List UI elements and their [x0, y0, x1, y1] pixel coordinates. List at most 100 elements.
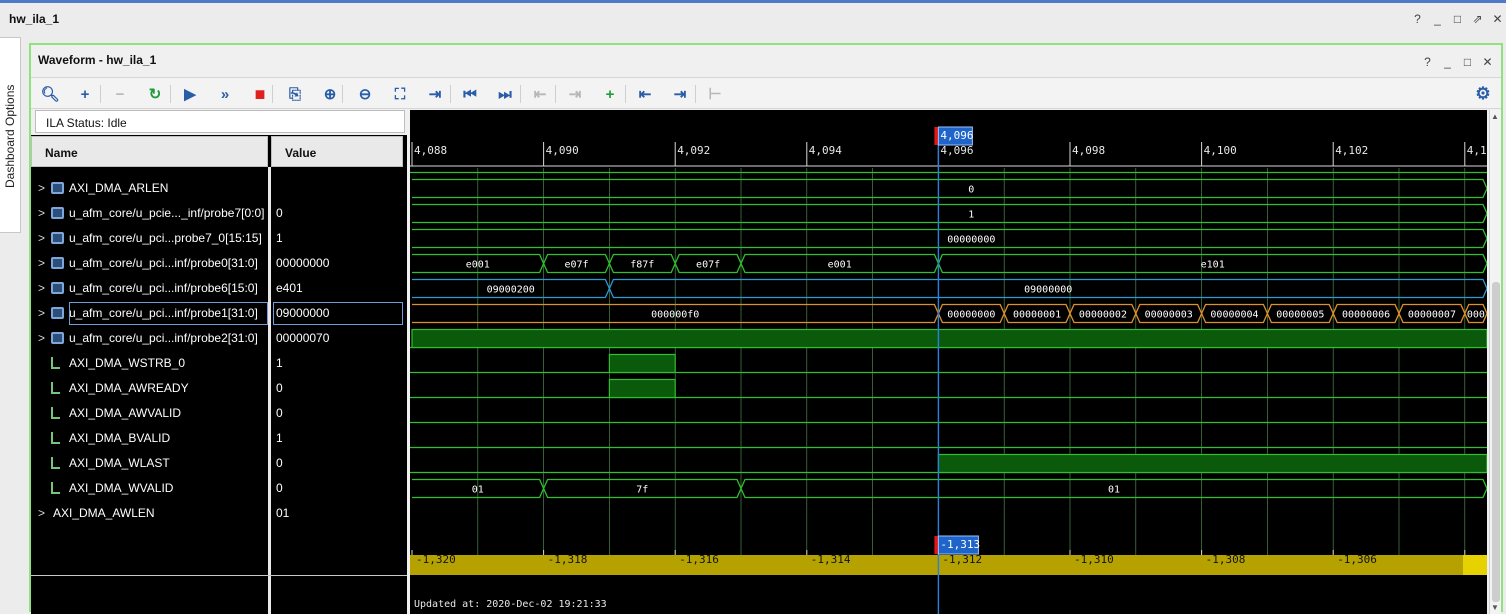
minimize-icon[interactable]: _	[1431, 13, 1444, 26]
waveform-viewer[interactable]: 4,088 4,090 4,092 4,094 4,096 4,098 4,100 4,102…	[410, 110, 1487, 614]
add-icon[interactable]: +	[74, 83, 96, 105]
run-trigger-icon[interactable]: ▶	[179, 83, 201, 105]
bus-segment	[412, 178, 1487, 199]
bus-value-label: 00000005	[1276, 310, 1324, 321]
bus-segment	[412, 203, 1487, 224]
signal-value: 00000000	[276, 256, 330, 270]
signal-icon	[51, 457, 60, 469]
maximize-icon[interactable]: □	[1461, 56, 1474, 69]
ila-status: ILA Status: Idle	[35, 110, 405, 133]
signal-row[interactable]: > u_afm_core/u_pci...inf/probe0[31:0] 0000…	[31, 251, 407, 276]
float-icon[interactable]: ⇗	[1471, 13, 1484, 26]
trace-high-pulse	[411, 328, 1487, 349]
waveform-canvas[interactable]: 4,088 4,090 4,092 4,094 4,096 4,098 4,100 4,102…	[410, 110, 1487, 614]
go-to-end-icon[interactable]: ⏭	[494, 83, 516, 105]
signal-row[interactable]: > u_afm_core/u_pci...inf/probe1[31:0] 0900…	[31, 301, 407, 326]
bus-value-label: 7f	[636, 485, 648, 496]
go-to-start-icon[interactable]: ⏮	[459, 83, 481, 105]
value-column-header[interactable]: Value	[271, 136, 403, 167]
expand-chevron-icon[interactable]: >	[38, 231, 48, 245]
close-icon[interactable]: ✕	[1491, 13, 1504, 26]
toolbar-separator	[272, 85, 273, 103]
bus-value-label: 0	[968, 185, 974, 196]
cursor-marker-flag	[934, 127, 939, 145]
signal-row[interactable]: AXI_DMA_BVALID 1	[31, 426, 407, 451]
gear-icon[interactable]: ⚙	[1472, 83, 1494, 105]
signal-name: AXI_DMA_AWLEN	[53, 506, 155, 520]
export-icon[interactable]: ⎘	[284, 83, 306, 105]
previous-marker-icon[interactable]: ⇤	[634, 83, 656, 105]
bus-value-label: 00000007	[1408, 310, 1456, 321]
time-tick-label: 4,102	[1335, 144, 1368, 157]
zoom-out-icon[interactable]: ⊖	[354, 83, 376, 105]
signal-value: 0	[276, 456, 283, 470]
bus-value-label: 00000000	[947, 235, 995, 246]
expand-chevron-icon[interactable]: >	[38, 281, 48, 295]
expand-chevron-icon[interactable]: >	[38, 181, 48, 195]
waveform-toolbar: 🔍︎ + − ↻ ▶» ■ ⎘ ⊕ ⊖ ⛶ ⇥ ⏮ ⏭ ⇤ ⇥ + ⇤ ⇥ ⊢ ⚙	[31, 77, 1501, 109]
zoom-in-icon[interactable]: ⊕	[319, 83, 341, 105]
run-continuous-icon[interactable]: »	[214, 83, 236, 105]
signal-list: Name Value > AXI_DMA_ARLEN > u_afm_core/u_p…	[31, 135, 407, 614]
name-column-header[interactable]: Name	[31, 136, 268, 167]
signal-row[interactable]: AXI_DMA_AWVALID 0	[31, 401, 407, 426]
signal-row[interactable]: > u_afm_core/u_pci...inf/probe6[15:0] e401	[31, 276, 407, 301]
next-marker-icon[interactable]: ⇥	[669, 83, 691, 105]
signal-name: u_afm_core/u_pci...inf/probe2[31:0]	[69, 331, 258, 345]
signal-value: 0	[276, 481, 283, 495]
previous-transition-icon[interactable]: ⇤	[529, 83, 551, 105]
expand-chevron-icon[interactable]: >	[38, 331, 48, 345]
list-footer-divider	[31, 575, 407, 576]
bus-icon	[51, 332, 64, 344]
trace-high-pulse	[608, 378, 676, 399]
selected-value-outline	[273, 302, 403, 325]
dashboard-options-tab[interactable]: Dashboard Options	[0, 37, 21, 233]
selected-name-outline	[69, 302, 268, 325]
time-tick-label: 4,094	[809, 144, 842, 157]
panel-title: Waveform - hw_ila_1	[38, 53, 157, 67]
next-transition-icon[interactable]: ⇥	[564, 83, 586, 105]
signal-row[interactable]: > u_afm_core/u_pci...probe7_0[15:15] 1	[31, 226, 407, 251]
signal-row[interactable]: AXI_DMA_AWREADY 0	[31, 376, 407, 401]
remove-icon[interactable]: −	[109, 83, 131, 105]
close-icon[interactable]: ✕	[1481, 56, 1494, 69]
maximize-icon[interactable]: □	[1451, 13, 1464, 26]
window-title: hw_ila_1	[9, 12, 60, 26]
stop-icon[interactable]: ■	[249, 83, 271, 105]
search-icon[interactable]: 🔍︎	[39, 83, 61, 105]
scrollbar-thumb[interactable]	[1492, 282, 1500, 602]
signal-row[interactable]: > u_afm_core/u_pcie..._inf/probe7[0:0] 0	[31, 201, 407, 226]
expand-chevron-icon[interactable]: >	[38, 206, 48, 220]
signal-row[interactable]: > AXI_DMA_ARLEN	[31, 176, 407, 201]
expand-chevron-icon[interactable]: >	[38, 256, 48, 270]
scroll-up-icon[interactable]: ▲	[1491, 112, 1499, 121]
expand-chevron-icon[interactable]: >	[38, 306, 48, 320]
swap-cursors-icon[interactable]: ⊢	[704, 83, 726, 105]
scroll-down-icon[interactable]: ▼	[1491, 603, 1499, 612]
bus-value-label: 09000200	[487, 285, 535, 296]
bus-value-label: 01	[472, 485, 484, 496]
zoom-fit-icon[interactable]: ⛶	[389, 83, 411, 105]
signal-name: AXI_DMA_WLAST	[69, 456, 170, 470]
waveform-scrollbar[interactable]: ▲ ▼	[1489, 110, 1501, 614]
signal-row[interactable]: AXI_DMA_WSTRB_0 1	[31, 351, 407, 376]
signal-row[interactable]: AXI_DMA_WLAST 0	[31, 451, 407, 476]
toolbar-separator	[342, 85, 343, 103]
minimize-icon[interactable]: _	[1441, 56, 1454, 69]
toolbar-separator	[450, 85, 451, 103]
signal-row[interactable]: AXI_DMA_WVALID 0	[31, 476, 407, 501]
bus-value-label: 00000003	[1145, 310, 1193, 321]
add-marker-icon[interactable]: +	[599, 83, 621, 105]
signal-name: AXI_DMA_WSTRB_0	[69, 356, 186, 370]
run-trigger-immediate-icon[interactable]: ↻	[144, 83, 166, 105]
signal-name: u_afm_core/u_pcie..._inf/probe7[0:0]	[69, 206, 265, 220]
help-icon[interactable]: ?	[1421, 56, 1434, 69]
bus-value-label: 01	[1108, 485, 1120, 496]
bus-value-label: e101	[1201, 260, 1225, 271]
go-to-cursor-icon[interactable]: ⇥	[424, 83, 446, 105]
signal-row[interactable]: > u_afm_core/u_pci...inf/probe2[31:0] 0000…	[31, 326, 407, 351]
signal-value: 00000070	[276, 331, 330, 345]
help-icon[interactable]: ?	[1411, 13, 1424, 26]
expand-chevron-icon[interactable]: >	[38, 506, 48, 520]
signal-row[interactable]: > AXI_DMA_AWLEN 01	[31, 501, 407, 526]
